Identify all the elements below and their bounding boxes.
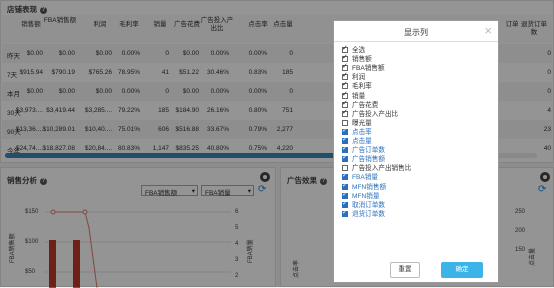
column-option-label: MFN销量 <box>352 192 380 200</box>
column-option[interactable]: MFN销售额 <box>342 182 387 192</box>
column-option-label: 取消订单数 <box>352 201 385 209</box>
checkbox[interactable] <box>342 109 348 117</box>
modal-title: 显示列 <box>404 28 428 37</box>
column-option-label: 点击量 <box>352 138 372 145</box>
column-option-label: 退货订单数 <box>352 210 385 218</box>
checkbox[interactable] <box>342 165 348 172</box>
column-option-label: 销售额 <box>352 56 372 64</box>
checkbox[interactable] <box>342 209 348 217</box>
confirm-button[interactable]: 确定 <box>441 262 483 278</box>
display-columns-modal: 显示列 × 全选销售额FBA销售额利润毛利率销量广告花费广告投入产出比曝光量点击… <box>333 20 499 283</box>
checkbox[interactable] <box>342 45 348 53</box>
checkbox[interactable] <box>342 127 348 135</box>
checkbox[interactable] <box>342 145 348 154</box>
column-option-label: 点击率 <box>352 128 372 136</box>
close-icon[interactable]: × <box>484 23 492 38</box>
column-option-label: FBA销量 <box>352 174 379 182</box>
column-option[interactable]: 广告投入产出销售比 <box>342 165 411 173</box>
column-option-label: 广告订单数 <box>352 147 385 155</box>
column-option[interactable]: 广告订单数 <box>342 145 385 155</box>
column-option[interactable]: FBA销售额 <box>342 63 385 73</box>
column-option[interactable]: 广告销售额 <box>342 154 385 164</box>
column-option-label: 利润 <box>352 74 366 82</box>
column-option-label: 曝光量 <box>352 119 372 127</box>
column-option-label: 销量 <box>352 92 366 100</box>
column-option-label: FBA销售额 <box>352 65 385 73</box>
reset-button[interactable]: 重置 <box>390 262 420 278</box>
checkbox[interactable] <box>342 100 348 108</box>
checkbox[interactable] <box>342 63 348 72</box>
column-option-label: 广告投入产出销售比 <box>352 165 412 173</box>
column-option-label: 毛利率 <box>352 83 372 91</box>
checkbox[interactable] <box>342 136 348 144</box>
column-option-label: 广告花费 <box>352 101 379 109</box>
checkbox[interactable] <box>342 182 348 190</box>
modal-divider <box>334 41 498 42</box>
checkbox[interactable] <box>342 72 348 81</box>
checkbox[interactable] <box>342 154 348 163</box>
checkbox[interactable] <box>342 81 348 90</box>
checkbox[interactable] <box>342 200 348 208</box>
checkbox[interactable] <box>342 191 348 199</box>
column-option[interactable]: 广告投入产出比 <box>342 109 399 119</box>
checkbox[interactable] <box>342 119 348 126</box>
column-option-label: MFN销售额 <box>352 183 387 191</box>
checkbox[interactable] <box>342 172 348 181</box>
checkbox[interactable] <box>342 54 348 63</box>
checkbox[interactable] <box>342 91 348 99</box>
column-option-label: 广告投入产出比 <box>352 110 399 118</box>
column-option[interactable]: 退货订单数 <box>342 209 385 219</box>
column-option-label: 全选 <box>352 47 366 54</box>
column-option-label: 广告销售额 <box>352 156 385 164</box>
column-option[interactable]: 取消订单数 <box>342 200 385 210</box>
